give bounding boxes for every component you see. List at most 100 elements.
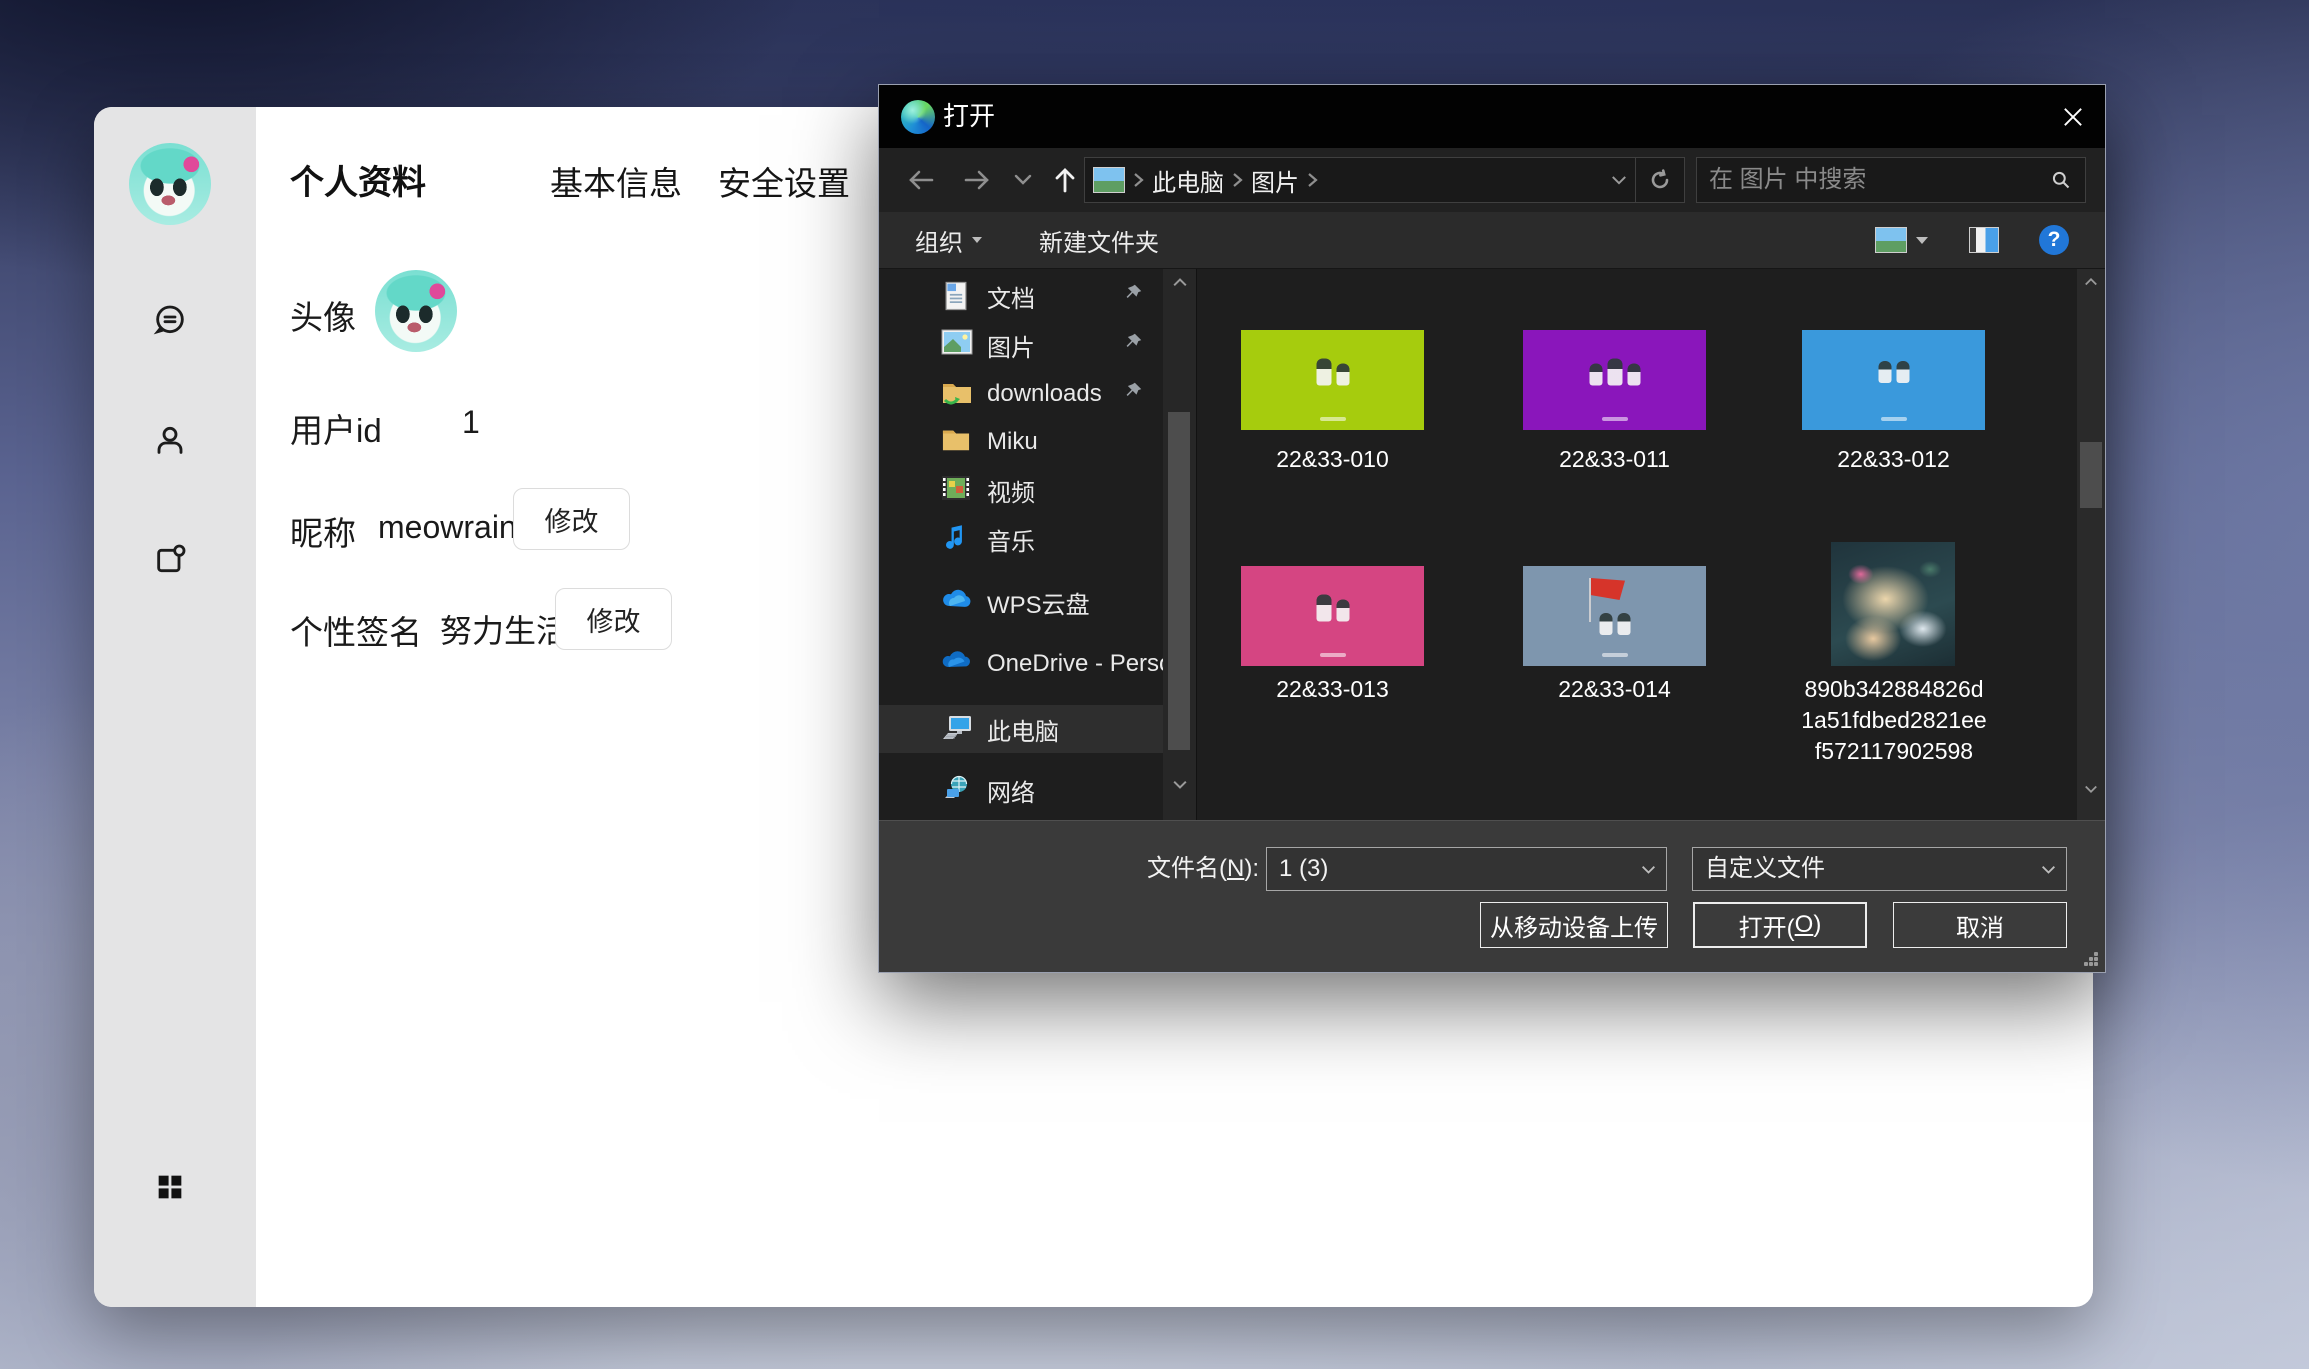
recent-locations-chevron-icon[interactable] bbox=[1009, 162, 1037, 198]
place-network[interactable]: 网络 bbox=[879, 766, 1163, 814]
network-icon bbox=[941, 774, 973, 806]
filename-combobox[interactable] bbox=[1266, 847, 1667, 891]
file-thumbnail[interactable] bbox=[1831, 542, 1955, 666]
this-pc-icon bbox=[941, 713, 973, 745]
chevron-right-icon bbox=[1232, 172, 1243, 188]
onedrive-icon bbox=[941, 648, 973, 680]
file-name[interactable]: 22&33-011 bbox=[1523, 444, 1706, 475]
file-name[interactable]: 22&33-013 bbox=[1241, 674, 1424, 705]
place-documents[interactable]: 文档 bbox=[879, 272, 1163, 320]
place-music[interactable]: 音乐 bbox=[879, 515, 1163, 563]
scroll-down-icon[interactable] bbox=[1163, 780, 1196, 790]
signature-label: 个性签名 bbox=[290, 606, 422, 654]
help-button[interactable]: ? bbox=[2039, 225, 2069, 255]
place-videos[interactable]: 视频 bbox=[879, 466, 1163, 514]
box-badge-icon[interactable] bbox=[144, 534, 196, 586]
tab-security-settings[interactable]: 安全设置 bbox=[718, 157, 850, 205]
place-label: 图片 bbox=[987, 328, 1035, 363]
place-this-pc[interactable]: 此电脑 bbox=[879, 705, 1163, 753]
user-icon[interactable] bbox=[144, 414, 196, 466]
file-name[interactable]: 22&33-010 bbox=[1241, 444, 1424, 475]
places-scrollbar[interactable] bbox=[1163, 269, 1196, 820]
filename-dropdown-chevron-icon[interactable] bbox=[1641, 862, 1656, 880]
scroll-down-icon[interactable] bbox=[2077, 785, 2105, 794]
organize-button[interactable]: 组织 bbox=[915, 212, 982, 268]
new-folder-button[interactable]: 新建文件夹 bbox=[1039, 212, 1159, 268]
place-wps-cloud[interactable]: WPS云盘 bbox=[879, 578, 1163, 626]
scroll-up-icon[interactable] bbox=[2077, 277, 2105, 286]
preview-pane-button[interactable] bbox=[1969, 212, 1999, 268]
open-button[interactable]: 打开(O) bbox=[1693, 902, 1867, 948]
nickname-value: meowrain bbox=[378, 509, 517, 546]
thumbnail-view-icon bbox=[1875, 227, 1907, 253]
dialog-body: 文档 图片 downloads Miku 视频 bbox=[879, 269, 2105, 820]
apps-grid-icon[interactable] bbox=[144, 1161, 196, 1213]
sidebar-avatar[interactable] bbox=[129, 143, 211, 225]
videos-icon bbox=[941, 474, 973, 506]
place-pictures[interactable]: 图片 bbox=[879, 321, 1163, 369]
place-label: downloads bbox=[987, 380, 1102, 408]
edge-logo-icon bbox=[901, 100, 935, 134]
files-scrollbar[interactable] bbox=[2077, 269, 2105, 820]
signature-edit-button[interactable]: 修改 bbox=[555, 588, 672, 650]
preview-pane-icon bbox=[1969, 227, 1999, 253]
file-name[interactable]: 22&33-012 bbox=[1802, 444, 1985, 475]
nickname-label: 昵称 bbox=[290, 507, 356, 555]
pin-icon bbox=[1122, 331, 1144, 360]
address-bar: 此电脑 图片 bbox=[879, 148, 2105, 212]
folder-icon bbox=[941, 426, 973, 458]
file-thumbnail[interactable] bbox=[1523, 330, 1706, 430]
file-thumbnail[interactable] bbox=[1802, 330, 1985, 430]
chat-bubble-icon[interactable] bbox=[144, 295, 196, 347]
search-icon[interactable] bbox=[2051, 170, 2071, 190]
search-box[interactable] bbox=[1696, 157, 2086, 203]
back-icon[interactable] bbox=[903, 162, 939, 198]
files-scrollbar-thumb[interactable] bbox=[2080, 442, 2102, 508]
breadcrumb-this-pc[interactable]: 此电脑 bbox=[1152, 163, 1224, 198]
cancel-button[interactable]: 取消 bbox=[1893, 902, 2067, 948]
place-onedrive[interactable]: OneDrive - Perso bbox=[879, 640, 1163, 688]
address-dropdown-chevron-icon[interactable] bbox=[1611, 175, 1627, 186]
file-thumbnail[interactable] bbox=[1523, 566, 1706, 666]
profile-avatar-image[interactable] bbox=[375, 270, 457, 352]
view-thumbnails-button[interactable] bbox=[1875, 212, 1928, 268]
close-icon[interactable] bbox=[2041, 85, 2105, 148]
resize-grip[interactable] bbox=[2084, 952, 2098, 966]
filetype-dropdown-chevron-icon[interactable] bbox=[2041, 862, 2056, 880]
dialog-title-bar[interactable]: 打开 bbox=[879, 85, 2105, 148]
chevron-right-icon bbox=[1307, 172, 1318, 188]
pictures-icon bbox=[1093, 167, 1125, 193]
scroll-up-icon[interactable] bbox=[1163, 277, 1196, 287]
user-id-label: 用户id bbox=[290, 404, 382, 452]
file-name[interactable]: 22&33-014 bbox=[1523, 674, 1706, 705]
place-label: OneDrive - Perso bbox=[987, 650, 1163, 678]
search-input[interactable] bbox=[1697, 166, 2051, 194]
upload-from-mobile-button[interactable]: 从移动设备上传 bbox=[1480, 902, 1668, 948]
file-name[interactable]: 890b342884826d1a51fdbed2821eef5721179025… bbox=[1799, 674, 1989, 767]
filetype-select[interactable]: 自定义文件 bbox=[1692, 847, 2067, 891]
tab-basic-info[interactable]: 基本信息 bbox=[550, 157, 682, 205]
page-title: 个人资料 bbox=[290, 155, 426, 204]
breadcrumb-pictures[interactable]: 图片 bbox=[1251, 163, 1299, 198]
file-thumbnail[interactable] bbox=[1241, 330, 1424, 430]
file-thumbnail[interactable] bbox=[1241, 566, 1424, 666]
avatar-label: 头像 bbox=[290, 291, 356, 339]
refresh-icon[interactable] bbox=[1635, 157, 1685, 203]
wps-cloud-icon bbox=[941, 586, 973, 618]
organize-caret-icon bbox=[972, 237, 982, 243]
up-icon[interactable] bbox=[1047, 162, 1083, 198]
nickname-edit-button[interactable]: 修改 bbox=[513, 488, 630, 550]
view-caret-icon bbox=[1916, 237, 1928, 244]
place-downloads[interactable]: downloads bbox=[879, 370, 1163, 418]
place-miku-folder[interactable]: Miku bbox=[879, 418, 1163, 466]
forward-icon[interactable] bbox=[959, 162, 995, 198]
app-sidebar bbox=[94, 107, 256, 1307]
breadcrumb[interactable]: 此电脑 图片 bbox=[1084, 157, 1636, 203]
new-folder-label: 新建文件夹 bbox=[1039, 223, 1159, 258]
downloads-folder-icon bbox=[941, 378, 973, 410]
open-file-dialog: 打开 此电脑 图片 bbox=[879, 85, 2105, 972]
places-scrollbar-thumb[interactable] bbox=[1168, 412, 1190, 750]
filename-input[interactable] bbox=[1267, 848, 1634, 890]
place-label: 此电脑 bbox=[987, 712, 1059, 747]
organize-label: 组织 bbox=[915, 223, 963, 258]
